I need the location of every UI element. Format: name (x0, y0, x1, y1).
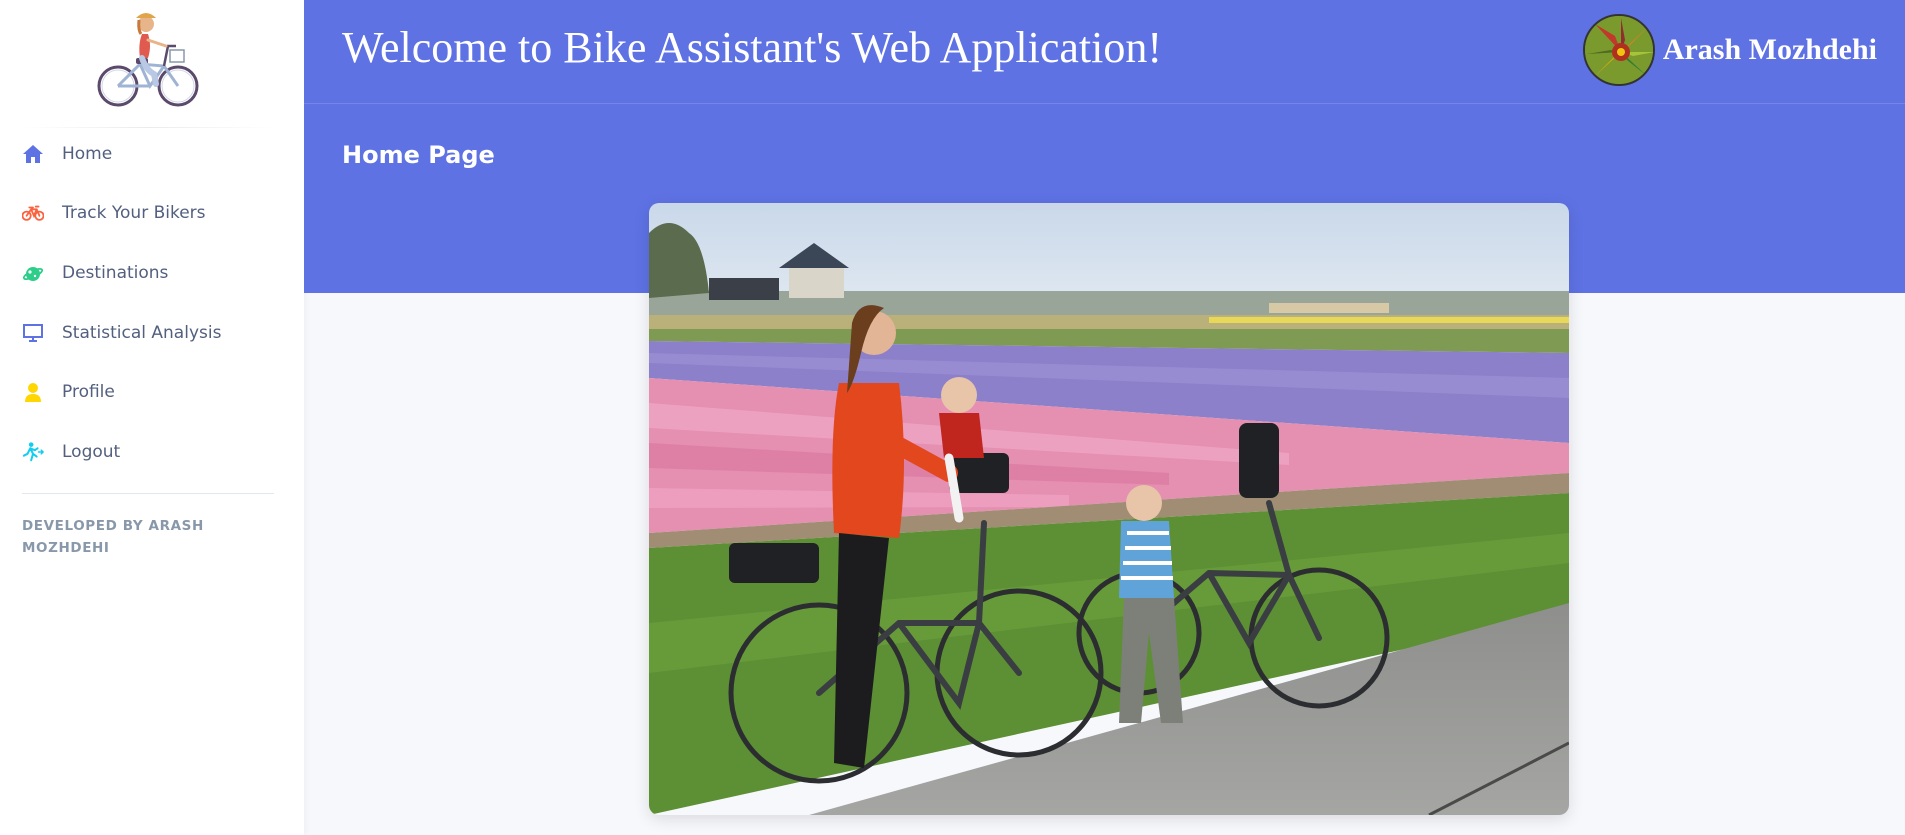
sidebar-item-label: Destinations (62, 262, 169, 283)
planet-icon (22, 262, 44, 284)
bike-rider-logo[interactable] (92, 4, 204, 110)
sidebar-item-label: Profile (62, 382, 115, 403)
monitor-icon (22, 322, 44, 344)
sidebar-item-label: Logout (62, 441, 121, 462)
sidebar-item-logout[interactable]: Logout (0, 422, 304, 482)
bike-icon (22, 202, 44, 224)
sidebar-divider (22, 493, 274, 494)
home-icon (22, 143, 44, 165)
hero-image (649, 203, 1569, 815)
avatar[interactable] (1582, 14, 1655, 86)
sidebar-item-track-your-bikers[interactable]: Track Your Bikers (0, 184, 304, 244)
page-title: Home Page (342, 141, 495, 169)
sidebar-nav: Home Track Your Bikers Destinations Stat… (0, 124, 304, 482)
user-menu[interactable]: Arash Mozhdehi (1582, 14, 1877, 86)
sidebar-item-profile[interactable]: Profile (0, 362, 304, 422)
developer-credit: DEVELOPED BY ARASH MOZHDEHI (22, 518, 204, 556)
sidebar-item-label: Track Your Bikers (62, 203, 206, 224)
sidebar-item-label: Statistical Analysis (62, 322, 222, 343)
sidebar-item-statistical-analysis[interactable]: Statistical Analysis (0, 303, 304, 363)
welcome-title: Welcome to Bike Assistant's Web Applicat… (342, 23, 1163, 72)
user-icon (22, 381, 44, 403)
running-icon (22, 441, 44, 463)
sidebar-item-destinations[interactable]: Destinations (0, 243, 304, 303)
user-name[interactable]: Arash Mozhdehi (1663, 33, 1877, 67)
sidebar: Home Track Your Bikers Destinations Stat… (0, 0, 304, 835)
top-navbar: Welcome to Bike Assistant's Web Applicat… (304, 0, 1905, 104)
sidebar-item-home[interactable]: Home (0, 124, 304, 184)
sidebar-item-label: Home (62, 143, 113, 164)
